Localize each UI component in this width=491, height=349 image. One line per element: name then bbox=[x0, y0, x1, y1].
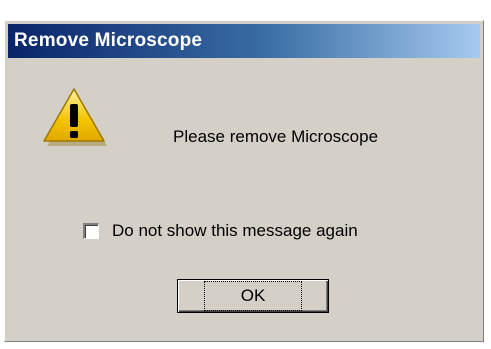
dont-show-again-checkbox[interactable] bbox=[83, 223, 99, 239]
ok-button[interactable]: OK bbox=[177, 279, 329, 313]
message-text: Please remove Microscope bbox=[173, 127, 379, 146]
ok-button-label: OK bbox=[203, 281, 303, 311]
dont-show-again-option[interactable]: Do not show this message again bbox=[83, 221, 358, 241]
window-title: Remove Microscope bbox=[14, 30, 203, 51]
title-bar[interactable]: Remove Microscope bbox=[8, 24, 480, 58]
dont-show-again-label[interactable]: Do not show this message again bbox=[112, 221, 358, 241]
warning-icon bbox=[39, 85, 109, 149]
remove-microscope-dialog: Remove Microscope Please remove Microsco… bbox=[4, 20, 484, 342]
